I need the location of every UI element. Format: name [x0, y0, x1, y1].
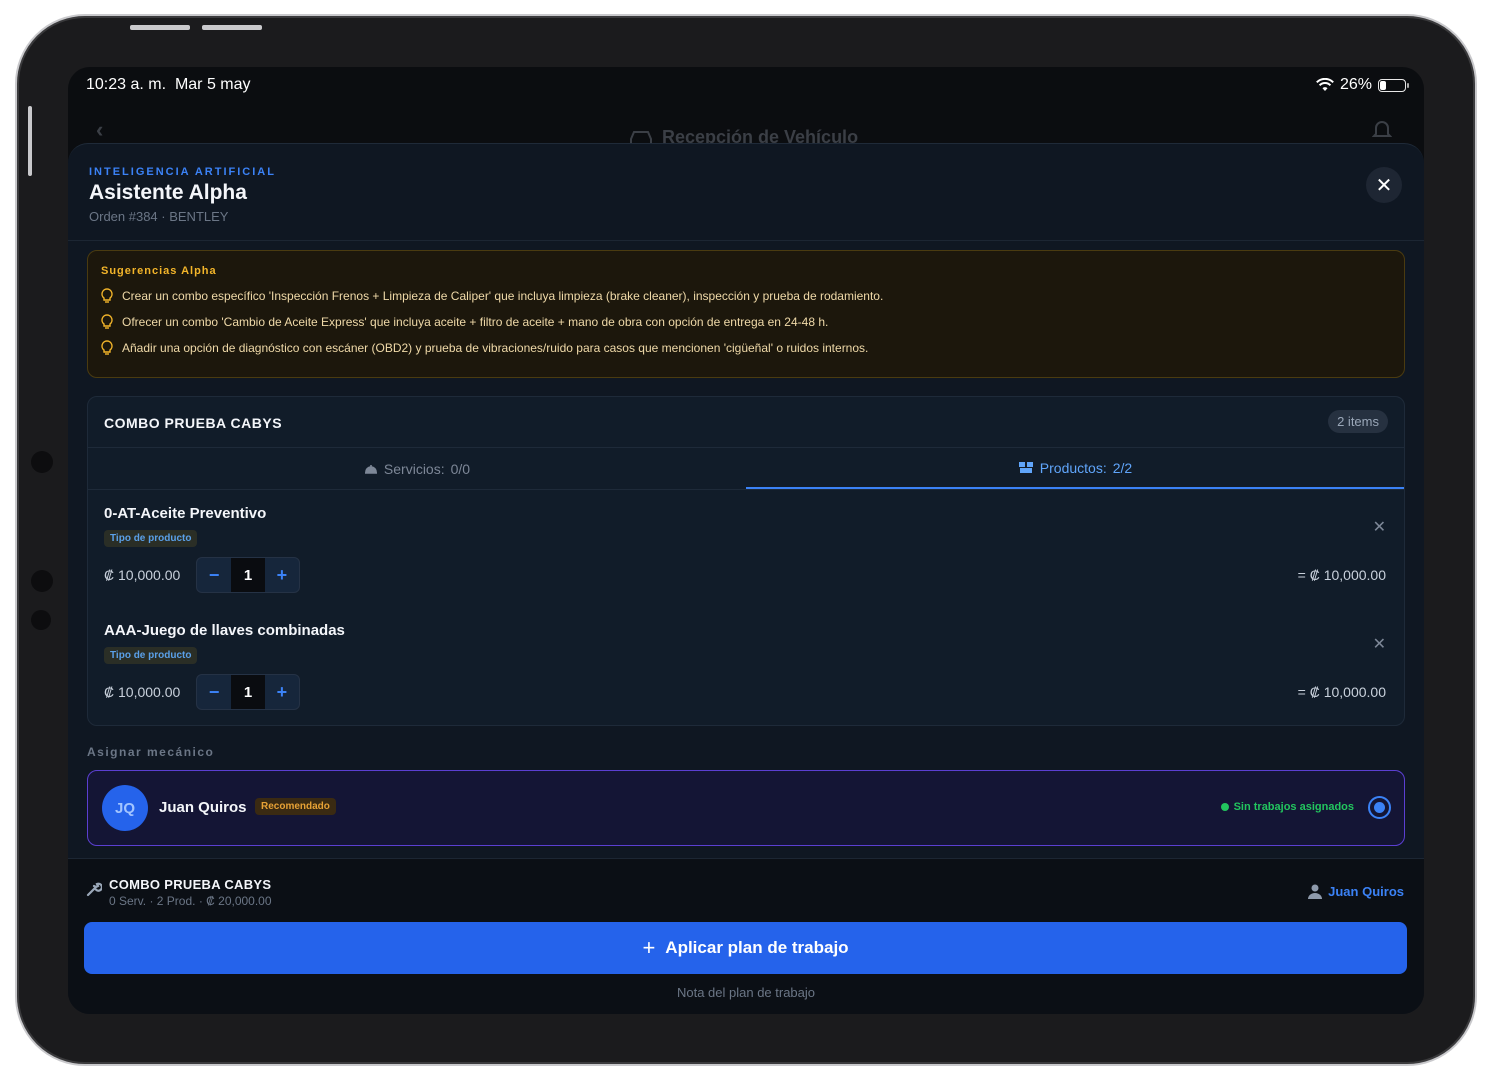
tab-count: 0/0 [450, 460, 471, 477]
tab-servicios[interactable]: Servicios: 0/0 [88, 448, 746, 489]
service-bell-icon [364, 464, 377, 474]
product-row: 0-AT-Aceite Preventivo Tipo de producto … [88, 491, 1404, 608]
sheet-header: INTELIGENCIA ARTIFICIAL Asistente Alpha … [68, 144, 1424, 241]
remove-product-icon[interactable]: ✕ [1373, 517, 1386, 537]
mechanic-radio[interactable] [1368, 796, 1391, 819]
person-icon [1308, 884, 1323, 899]
footer-assignee: Juan Quiros [1308, 884, 1404, 899]
lightbulb-icon [101, 314, 113, 329]
camera-dot [31, 451, 53, 473]
product-type-tag: Tipo de producto [104, 647, 198, 664]
camera-dot [31, 570, 53, 592]
tab-count: 2/2 [1112, 459, 1133, 476]
items-count-badge: 2 items [1328, 410, 1388, 433]
time-text: 10:23 a. m. [86, 76, 167, 93]
suggestions-panel: Sugerencias Alpha Crear un combo específ… [87, 250, 1405, 378]
suggestion-item: Crear un combo específico 'Inspección Fr… [101, 288, 883, 304]
wrench-icon [86, 882, 102, 897]
lightbulb-icon [101, 288, 113, 303]
product-row: AAA-Juego de llaves combinadas Tipo de p… [88, 608, 1404, 725]
suggestion-text: Ofrecer un combo 'Cambio de Aceite Expre… [122, 315, 829, 329]
suggestions-title: Sugerencias Alpha [101, 265, 217, 277]
back-chevron-icon[interactable]: ‹ [96, 117, 103, 143]
plus-icon: + [642, 935, 656, 960]
product-total: = ₡ 10,000.00 [1297, 684, 1386, 700]
screen: 10:23 a. m. Mar 5 may 26% ‹ Recepción de… [68, 67, 1424, 1014]
date-text: Mar 5 may [174, 76, 251, 93]
suggestion-item: Ofrecer un combo 'Cambio de Aceite Expre… [101, 314, 828, 330]
mechanic-name: Juan Quiros [159, 799, 247, 816]
product-type-tag: Tipo de producto [104, 530, 198, 547]
close-icon: ✕ [1375, 174, 1393, 197]
mechanic-status-text: Sin trabajos asignados [1233, 801, 1354, 813]
recommended-badge: Recomendado [255, 798, 336, 815]
assistant-sheet: INTELIGENCIA ARTIFICIAL Asistente Alpha … [68, 143, 1424, 1014]
product-name: 0-AT-Aceite Preventivo [104, 505, 267, 522]
combo-title: COMBO PRUEBA CABYS [104, 415, 283, 431]
plan-note-link[interactable]: Nota del plan de trabajo [68, 985, 1424, 1000]
combo-tabs: Servicios: 0/0 Productos: 2/2 [88, 447, 1404, 490]
sheet-kicker: INTELIGENCIA ARTIFICIAL [89, 166, 276, 178]
status-bar: 10:23 a. m. Mar 5 may 26% [68, 67, 1424, 103]
volume-button [130, 25, 190, 30]
battery-icon [1378, 78, 1409, 92]
product-price: ₡ 10,000.00 [104, 567, 181, 583]
suggestion-text: Crear un combo específico 'Inspección Fr… [122, 289, 884, 303]
avatar: JQ [102, 785, 148, 831]
sheet-subtitle: Orden #384 · BENTLEY [89, 209, 229, 224]
power-button [28, 106, 32, 176]
tab-label: Servicios: [383, 460, 445, 477]
quantity-value[interactable]: 1 [231, 558, 265, 592]
tab-label: Productos: [1039, 459, 1107, 476]
close-button[interactable]: ✕ [1366, 167, 1402, 203]
decrement-button[interactable]: − [197, 558, 231, 592]
quantity-stepper: − 1 + [196, 674, 300, 710]
lightbulb-icon [101, 340, 113, 355]
increment-button[interactable]: + [265, 558, 299, 592]
increment-button[interactable]: + [265, 675, 299, 709]
wifi-icon [1316, 78, 1334, 91]
background-nav: ‹ Recepción de Vehículo [68, 107, 1424, 147]
mechanic-option[interactable]: JQ Juan Quiros Recomendado Sin trabajos … [87, 770, 1405, 846]
quantity-stepper: − 1 + [196, 557, 300, 593]
combo-card: COMBO PRUEBA CABYS 2 items Servicios: 0/… [87, 396, 1405, 726]
tab-productos[interactable]: Productos: 2/2 [746, 448, 1404, 489]
camera-dot [31, 610, 51, 630]
suggestion-item: Añadir una opción de diagnóstico con esc… [101, 340, 868, 356]
status-dot-icon [1220, 803, 1229, 811]
sheet-title: Asistente Alpha [89, 181, 247, 204]
apply-plan-button[interactable]: + Aplicar plan de trabajo [84, 922, 1407, 974]
assignee-name: Juan Quiros [1328, 884, 1404, 899]
sheet-footer: COMBO PRUEBA CABYS 0 Serv. · 2 Prod. · ₡… [68, 858, 1424, 1014]
product-name: AAA-Juego de llaves combinadas [104, 622, 345, 639]
apply-plan-label: Aplicar plan de trabajo [665, 938, 849, 957]
quantity-value[interactable]: 1 [231, 675, 265, 709]
mechanic-status: Sin trabajos asignados [1220, 801, 1354, 813]
status-right: 26% [1316, 76, 1409, 94]
remove-product-icon[interactable]: ✕ [1373, 634, 1386, 654]
footer-title: COMBO PRUEBA CABYS [109, 877, 272, 892]
bell-icon[interactable] [1372, 119, 1392, 141]
battery-text: 26% [1339, 76, 1372, 93]
product-total: = ₡ 10,000.00 [1297, 567, 1386, 583]
status-time: 10:23 a. m. Mar 5 may [86, 76, 251, 94]
battery-fill [1380, 80, 1386, 90]
assign-mechanic-label: Asignar mecánico [87, 745, 215, 759]
boxes-icon [1018, 462, 1033, 473]
product-price: ₡ 10,000.00 [104, 684, 181, 700]
footer-summary: 0 Serv. · 2 Prod. · ₡ 20,000.00 [109, 894, 272, 908]
suggestion-text: Añadir una opción de diagnóstico con esc… [122, 341, 869, 355]
decrement-button[interactable]: − [197, 675, 231, 709]
volume-button [202, 25, 262, 30]
